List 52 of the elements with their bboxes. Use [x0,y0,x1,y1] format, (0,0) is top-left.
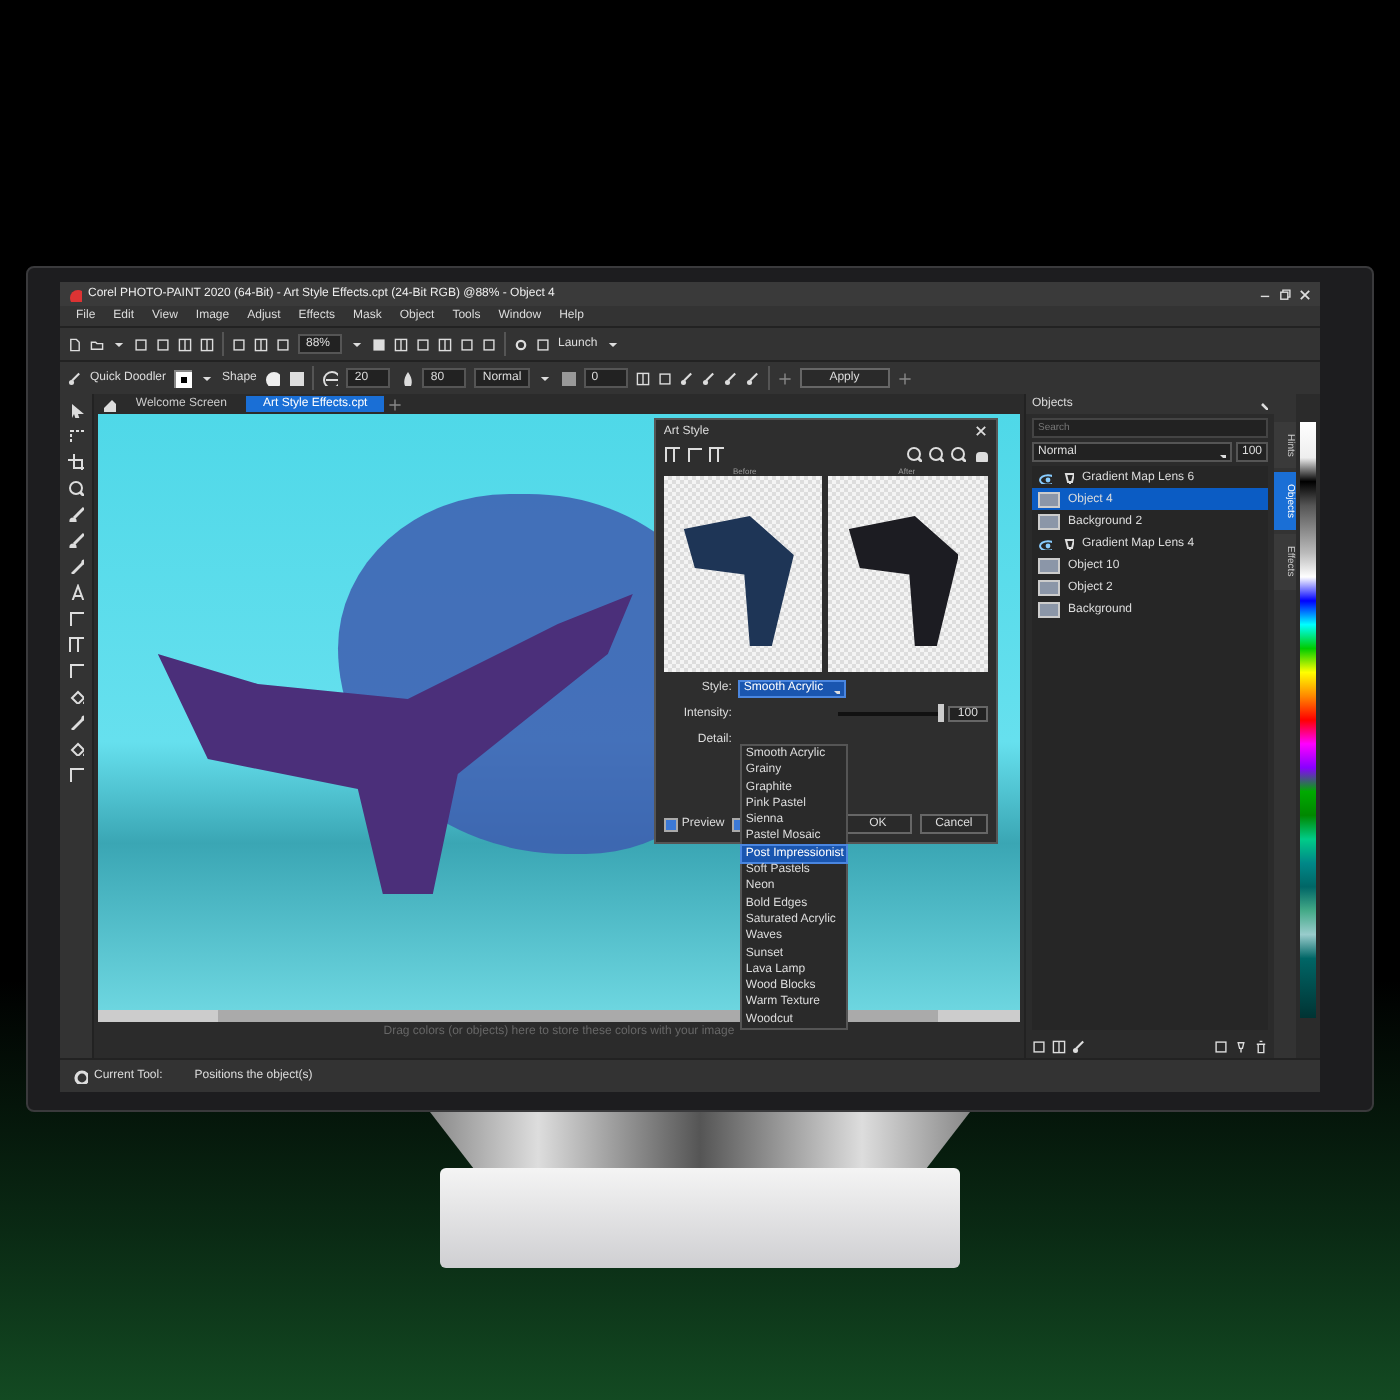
square-shape-icon[interactable] [288,370,305,386]
text-icon[interactable] [67,584,84,600]
fill-bucket-icon[interactable] [67,688,84,704]
brush-icon[interactable] [679,371,694,385]
circle-shape-icon[interactable] [264,370,281,386]
layer-thumbnail [1038,601,1060,617]
brush-icon[interactable] [67,506,84,522]
zoom-out-icon[interactable] [927,446,944,462]
feather-icon[interactable] [559,370,576,386]
transparency-icon[interactable] [398,370,415,386]
hand-icon[interactable] [971,446,988,462]
rectangle-mask-icon[interactable] [67,428,84,444]
plus-icon[interactable] [777,371,792,385]
settings-icon[interactable] [514,337,528,351]
lens-icon[interactable] [1060,470,1074,484]
zoom-fit-icon[interactable] [949,446,966,462]
layer-thumbnail [1038,491,1060,507]
square-shape-icon[interactable] [372,337,386,351]
brush-icon[interactable] [723,371,738,385]
layer-thumbnail [1038,579,1060,595]
fill-bucket-icon[interactable] [67,740,84,756]
zoom-in-icon[interactable] [905,446,922,462]
layer-thumbnail [1038,513,1060,529]
folder-icon[interactable] [90,337,104,351]
brush-icon[interactable] [67,532,84,548]
plus-icon[interactable] [897,371,912,385]
layer-thumbnail [1038,557,1060,573]
lens-icon[interactable] [1234,1039,1248,1053]
lens-icon[interactable] [1060,536,1074,550]
app-logo-icon [68,287,82,301]
crop-icon[interactable] [67,454,84,470]
pointer-icon[interactable] [67,402,84,418]
brush-icon[interactable] [745,371,760,385]
color-swatch-icon[interactable] [174,369,193,387]
eyedropper-icon[interactable] [67,714,84,730]
intensity-slider-thumb[interactable] [937,704,944,722]
brush-icon[interactable] [1072,1039,1086,1053]
zoom-icon[interactable] [67,480,84,496]
eyedropper-icon[interactable] [67,558,84,574]
horizontal-scrollbar[interactable] [97,1010,1020,1022]
preview-checkbox[interactable] [663,817,678,831]
brush-icon[interactable] [701,371,716,385]
trash-icon[interactable] [1254,1039,1268,1053]
new-file-icon[interactable] [68,337,82,351]
plus-icon[interactable] [387,397,402,411]
settings-icon[interactable] [72,1068,88,1084]
color-palette[interactable] [1300,422,1316,1018]
eye-icon[interactable] [1038,536,1052,550]
brush-icon[interactable] [68,371,82,385]
size-icon[interactable] [322,370,339,386]
restore-icon[interactable] [1278,287,1292,301]
eye-icon[interactable] [1038,470,1052,484]
